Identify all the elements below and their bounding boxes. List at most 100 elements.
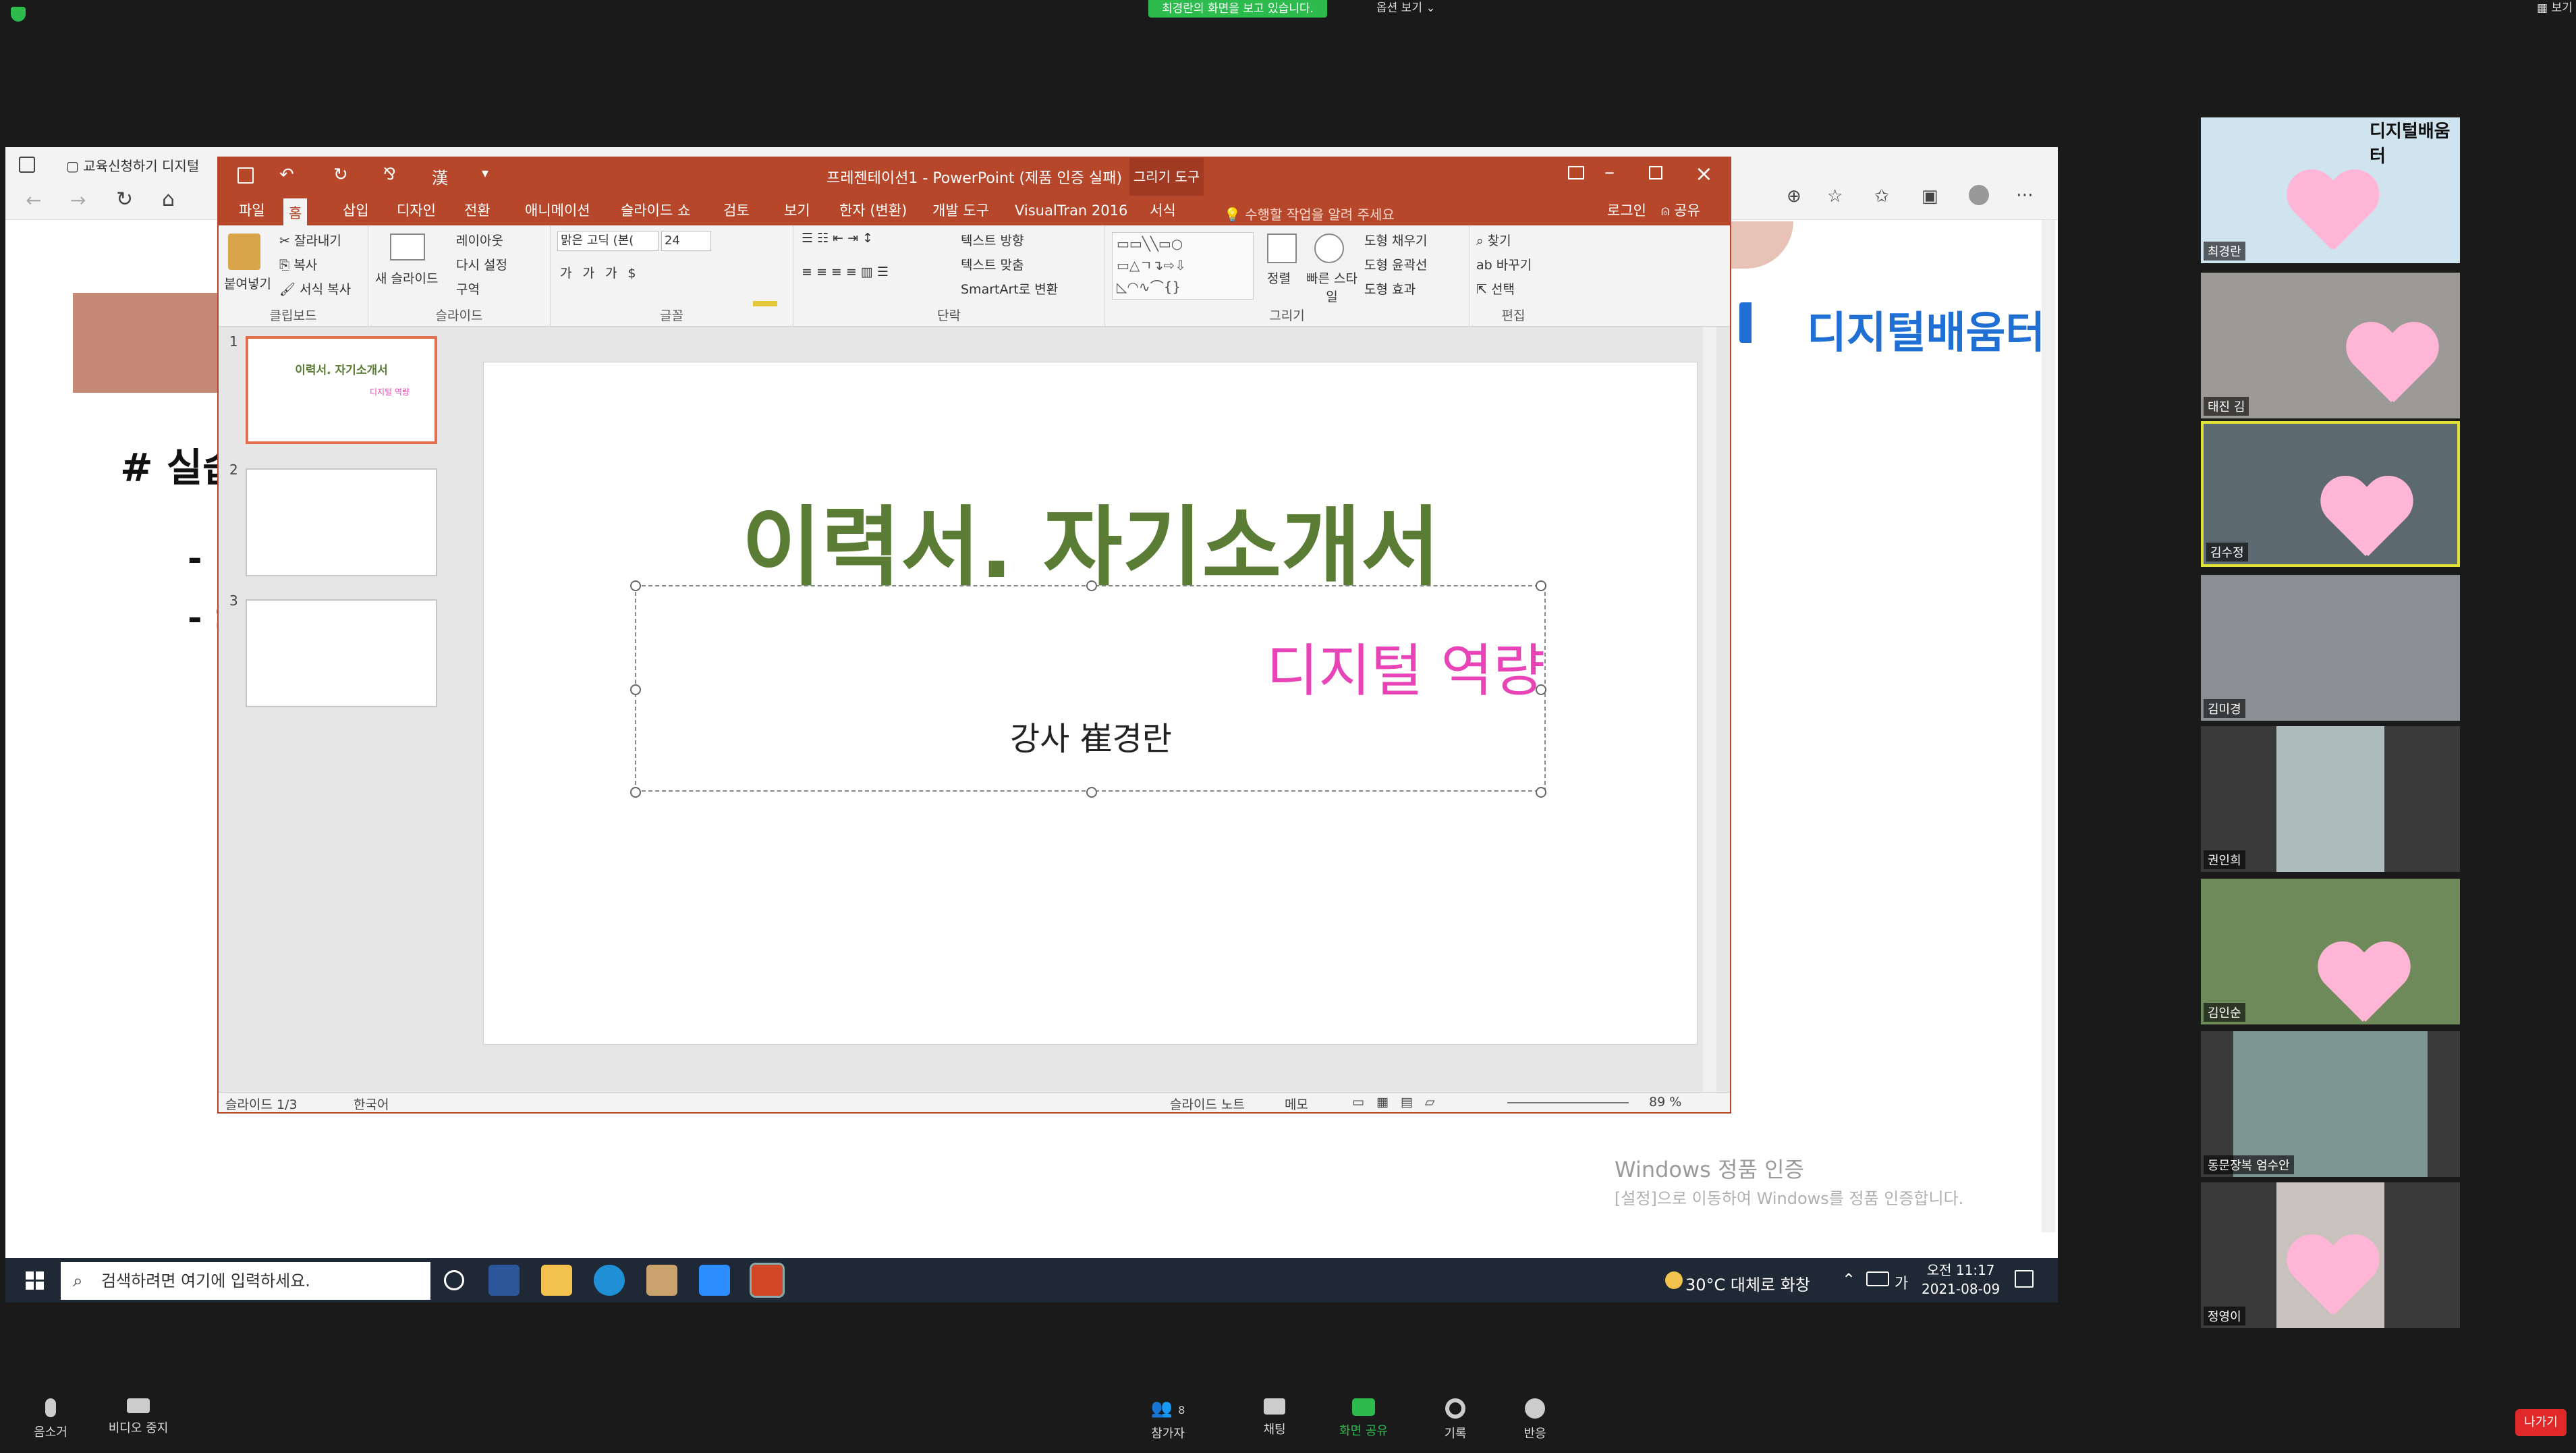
- hanja-icon[interactable]: 漢: [432, 165, 448, 188]
- shape-fill-button[interactable]: 도형 채우기: [1364, 231, 1427, 249]
- tab-slideshow[interactable]: 슬라이드 쇼: [615, 196, 696, 225]
- participant-tile-active[interactable]: 김수정: [2201, 421, 2460, 567]
- file-explorer-icon[interactable]: [541, 1265, 572, 1296]
- tab-insert[interactable]: 삽입: [337, 196, 374, 225]
- back-icon[interactable]: ←: [26, 189, 41, 211]
- more-icon[interactable]: ⋯: [2016, 185, 2034, 205]
- keyboard-icon[interactable]: [1866, 1271, 1889, 1286]
- participant-tile[interactable]: 권인희: [2201, 726, 2460, 872]
- taskbar-search-input[interactable]: ⌕ 검색하려면 여기에 입력하세요.: [61, 1262, 430, 1300]
- slide-thumbnail-1[interactable]: 이력서. 자기소개서 디지털 역량: [246, 336, 437, 444]
- undo-icon[interactable]: ↶: [279, 165, 294, 185]
- paste-icon[interactable]: [228, 234, 260, 270]
- zoom-slider[interactable]: [1507, 1102, 1629, 1103]
- replace-button[interactable]: ab 바꾸기: [1476, 255, 1532, 273]
- find-button[interactable]: ⌕ 찾기: [1476, 231, 1511, 249]
- view-options-button[interactable]: 옵션 보기 ⌄: [1376, 0, 1436, 16]
- resize-handle[interactable]: [1536, 787, 1546, 798]
- collections-icon[interactable]: ▣: [1922, 186, 1938, 207]
- language-indicator[interactable]: 한국어: [354, 1095, 389, 1113]
- tab-animations[interactable]: 애니메이션: [520, 196, 596, 225]
- align-icons[interactable]: ≡ ≡ ≡ ≡ ▥ ☰: [802, 265, 889, 279]
- tab-review[interactable]: 검토: [718, 196, 755, 225]
- shape-outline-button[interactable]: 도형 윤곽선: [1364, 255, 1427, 273]
- font-name-select[interactable]: 맑은 고딕 (본(: [557, 231, 659, 251]
- leave-meeting-button[interactable]: 나가기: [2515, 1409, 2567, 1436]
- slide-canvas[interactable]: 이력서. 자기소개서 디지털 역량 강사 崔경란: [483, 362, 1698, 1045]
- home-icon[interactable]: ⌂: [162, 188, 175, 211]
- tab-hanja[interactable]: 한자 (변환): [834, 196, 912, 225]
- section-button[interactable]: 구역: [456, 279, 480, 298]
- align-text-button[interactable]: 텍스트 맞춤: [961, 255, 1024, 273]
- maximize-icon[interactable]: [1649, 166, 1662, 180]
- tab-transitions[interactable]: 전환: [459, 196, 496, 225]
- tray-expand-icon[interactable]: ⌃: [1842, 1270, 1855, 1289]
- shapes-gallery[interactable]: ▭▭╲╲▭○ ▭△ㄱ↴⇨⇩ ◺◠∿⌒{}: [1112, 232, 1254, 300]
- edge-browser-icon[interactable]: [594, 1265, 625, 1296]
- new-slide-icon[interactable]: [390, 234, 425, 261]
- resize-handle[interactable]: [1536, 580, 1546, 591]
- layout-button[interactable]: 레이아웃: [456, 231, 503, 249]
- text-direction-button[interactable]: 텍스트 방향: [961, 231, 1024, 249]
- refresh-icon[interactable]: ↻: [116, 188, 133, 211]
- login-link[interactable]: 로그인: [1602, 196, 1652, 225]
- arrange-button[interactable]: 정렬: [1267, 269, 1291, 287]
- participant-tile[interactable]: 김인순: [2201, 879, 2460, 1024]
- profile-avatar[interactable]: [1969, 185, 1989, 205]
- smartart-button[interactable]: SmartArt로 변환: [961, 279, 1058, 298]
- customize-icon[interactable]: ⅋: [383, 165, 396, 184]
- notification-icon[interactable]: [2015, 1270, 2034, 1288]
- redo-icon[interactable]: ↻: [333, 165, 348, 185]
- reset-button[interactable]: 다시 설정: [456, 255, 507, 273]
- slide-thumbnail-3[interactable]: [246, 599, 437, 707]
- resize-handle[interactable]: [630, 580, 641, 591]
- slide-scrollbar[interactable]: [1703, 327, 1716, 1092]
- new-slide-button[interactable]: 새 슬라이드: [375, 269, 438, 287]
- comments-button[interactable]: 메모: [1285, 1095, 1308, 1113]
- mute-button[interactable]: 음소거: [0, 1398, 101, 1440]
- participant-tile[interactable]: 태진 김: [2201, 273, 2460, 418]
- close-icon[interactable]: ×: [1695, 161, 1713, 186]
- powerpoint-app-icon[interactable]: [750, 1263, 785, 1298]
- tab-home[interactable]: 홈: [283, 198, 308, 225]
- share-button[interactable]: ⍝ 공유: [1656, 196, 1706, 225]
- tab-format[interactable]: 서식: [1144, 196, 1181, 225]
- app-icon[interactable]: [646, 1265, 677, 1296]
- browser-tab[interactable]: ▢ 교육신청하기 디지털: [66, 154, 235, 178]
- slide-subtitle[interactable]: 디지털 역량: [1266, 626, 1545, 707]
- quick-styles-icon[interactable]: [1314, 234, 1344, 263]
- participants-button[interactable]: 👥 8 참가자: [1117, 1398, 1219, 1442]
- favorites-icon[interactable]: ✩: [1874, 186, 1889, 207]
- select-button[interactable]: ⇱ 선택: [1476, 279, 1515, 298]
- minimize-icon[interactable]: –: [1604, 161, 1615, 184]
- resize-handle[interactable]: [1086, 580, 1097, 591]
- shield-icon[interactable]: [11, 7, 26, 22]
- paste-button[interactable]: 붙여넣기: [224, 274, 271, 292]
- font-style-buttons[interactable]: 가가가$: [560, 263, 647, 281]
- save-icon[interactable]: [237, 167, 254, 184]
- tray-clock[interactable]: 오전 11:17 2021-08-09: [1922, 1261, 2000, 1298]
- copy-button[interactable]: ⎘ 복사: [279, 255, 317, 273]
- reactions-button[interactable]: 반응: [1484, 1398, 1586, 1442]
- forward-icon[interactable]: →: [70, 189, 86, 211]
- resize-handle[interactable]: [630, 787, 641, 798]
- slide-lecturer[interactable]: 강사 崔경란: [1010, 712, 1172, 759]
- participant-tile[interactable]: 디지털배움터 최경란: [2201, 117, 2460, 263]
- cortana-icon[interactable]: [444, 1270, 464, 1290]
- tab-developer[interactable]: 개발 도구: [927, 196, 995, 225]
- chat-button[interactable]: 채팅: [1224, 1398, 1325, 1437]
- favorite-icon[interactable]: ☆: [1827, 186, 1843, 207]
- tray-weather[interactable]: 30°C 대체로 화창: [1685, 1271, 1810, 1295]
- format-painter-button[interactable]: 🖌 서식 복사: [279, 279, 351, 298]
- resize-handle[interactable]: [630, 684, 641, 695]
- share-screen-button[interactable]: 화면 공유: [1313, 1398, 1414, 1439]
- bullets-icon[interactable]: ☰ ☷ ⇤ ⇥ ↕: [802, 231, 873, 246]
- windows-start-icon[interactable]: [26, 1271, 45, 1290]
- tab-file[interactable]: 파일: [233, 196, 271, 225]
- ime-indicator[interactable]: 가: [1895, 1271, 1908, 1293]
- zoom-page-icon[interactable]: ⊕: [1787, 186, 1801, 207]
- resize-handle[interactable]: [1086, 787, 1097, 798]
- participant-tile[interactable]: 김미경: [2201, 575, 2460, 721]
- arrange-icon[interactable]: [1267, 234, 1297, 263]
- quick-access-more-icon[interactable]: ▾: [482, 165, 488, 181]
